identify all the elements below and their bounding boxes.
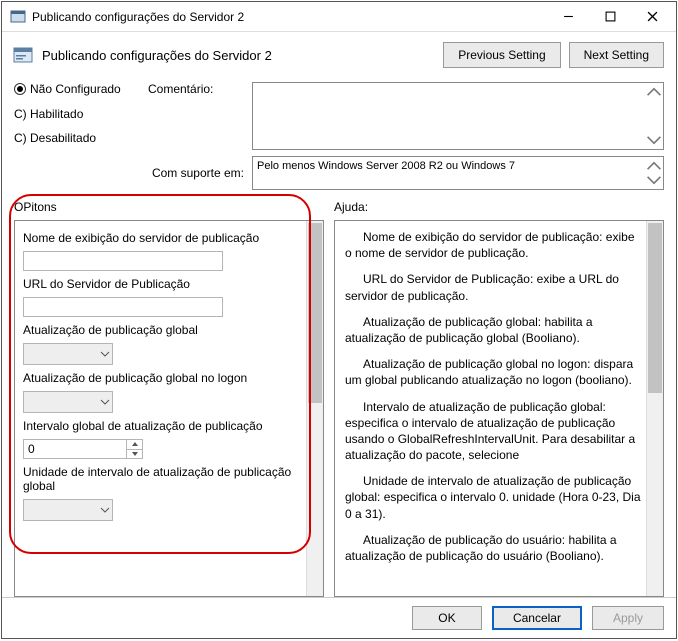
global-interval-spinner[interactable]: 0: [23, 439, 143, 459]
radio-icon: [14, 83, 26, 95]
help-panel: Nome de exibição do servidor de publicaç…: [334, 220, 664, 597]
radio-enabled[interactable]: C) Habilitado: [14, 107, 144, 121]
comment-label: Comentário:: [148, 82, 248, 96]
close-button[interactable]: [632, 3, 672, 31]
scroll-thumb[interactable]: [308, 223, 322, 403]
options-panel: Nome de exibição do servidor de publicaç…: [14, 220, 324, 597]
options-column: OPitons Nome de exibição do servidor de …: [14, 200, 324, 597]
radio-not-configured[interactable]: Não Configurado: [14, 82, 144, 96]
previous-setting-button[interactable]: Previous Setting: [443, 42, 560, 68]
scroll-thumb[interactable]: [648, 223, 662, 393]
chevron-down-icon: [100, 397, 110, 407]
radio-enabled-label: C) Habilitado: [14, 107, 83, 121]
radio-not-configured-label: Não Configurado: [30, 82, 121, 96]
header: Publicando configurações do Servidor 2 P…: [2, 32, 676, 78]
spin-down-icon[interactable]: [126, 450, 142, 459]
global-interval-value[interactable]: 0: [24, 440, 126, 458]
cancel-button[interactable]: Cancelar: [492, 606, 582, 630]
global-refresh-label: Atualização de publicação global: [23, 323, 299, 337]
app-icon: [10, 9, 26, 25]
maximize-button[interactable]: [590, 3, 630, 31]
header-title: Publicando configurações do Servidor 2: [42, 48, 435, 63]
options-scrollbar[interactable]: [306, 221, 323, 596]
display-name-input[interactable]: [23, 251, 223, 271]
scroll-down-icon[interactable]: [646, 172, 662, 188]
radio-disabled-label: C) Desabilitado: [14, 131, 96, 145]
apply-button[interactable]: Apply: [592, 606, 664, 630]
url-input[interactable]: [23, 297, 223, 317]
global-refresh-combo[interactable]: [23, 343, 113, 365]
chevron-down-icon: [100, 349, 110, 359]
chevron-down-icon: [100, 505, 110, 515]
comment-textarea[interactable]: [252, 82, 664, 150]
help-panel-label: Ajuda:: [334, 200, 664, 214]
main-area: OPitons Nome de exibição do servidor de …: [2, 190, 676, 597]
next-setting-button[interactable]: Next Setting: [569, 42, 664, 68]
config-area: Não Configurado C) Habilitado C) Desabil…: [2, 78, 676, 190]
supported-label: Com suporte em:: [148, 166, 248, 180]
options-panel-label: OPitons: [14, 200, 324, 214]
scroll-up-icon[interactable]: [646, 84, 662, 100]
policy-icon: [12, 44, 34, 66]
spin-up-icon[interactable]: [126, 440, 142, 450]
global-interval-unit-label: Unidade de intervalo de atualização de p…: [23, 465, 299, 493]
scroll-down-icon[interactable]: [646, 132, 662, 148]
help-text: Nome de exibição do servidor de publicaç…: [335, 221, 663, 582]
global-refresh-logon-label: Atualização de publicação global no logo…: [23, 371, 299, 385]
url-label: URL do Servidor de Publicação: [23, 277, 299, 291]
supported-on-text: Pelo menos Windows Server 2008 R2 ou Win…: [257, 160, 515, 172]
help-column: Ajuda: Nome de exibição do servidor de p…: [334, 200, 664, 597]
ok-button[interactable]: OK: [412, 606, 482, 630]
supported-on-box: Pelo menos Windows Server 2008 R2 ou Win…: [252, 156, 664, 190]
global-interval-label: Intervalo global de atualização de publi…: [23, 419, 299, 433]
radio-disabled[interactable]: C) Desabilitado: [14, 131, 144, 145]
global-refresh-logon-combo[interactable]: [23, 391, 113, 413]
dialog-footer: OK Cancelar Apply: [2, 597, 676, 638]
minimize-button[interactable]: [548, 3, 588, 31]
global-interval-unit-combo[interactable]: [23, 499, 113, 521]
titlebar: Publicando configurações do Servidor 2: [2, 2, 676, 32]
gpo-settings-dialog: Publicando configurações do Servidor 2 P…: [1, 1, 677, 639]
help-scrollbar[interactable]: [646, 221, 663, 596]
display-name-label: Nome de exibição do servidor de publicaç…: [23, 231, 299, 245]
window-title: Publicando configurações do Servidor 2: [32, 10, 548, 24]
